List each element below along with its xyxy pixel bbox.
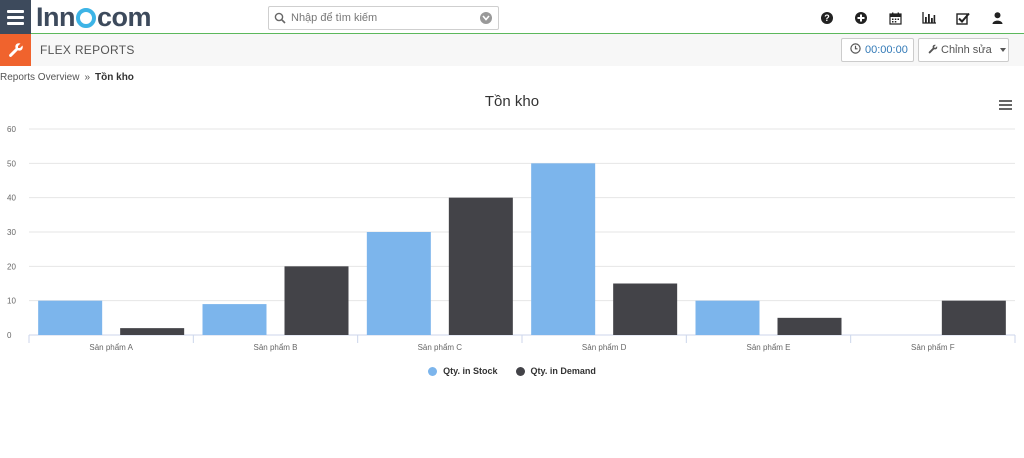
y-tick-label: 40	[7, 194, 16, 203]
bar-stock[interactable]	[531, 163, 596, 335]
bar-stock[interactable]	[202, 304, 267, 335]
menu-toggle-button[interactable]	[0, 0, 31, 34]
y-tick-label: 60	[7, 125, 16, 134]
legend-stock-label: Qty. in Stock	[443, 366, 498, 376]
x-tick-label: Sản phẩm C	[418, 343, 463, 352]
wrench-small-icon	[928, 44, 938, 57]
x-tick-label: Sản phẩm F	[911, 343, 955, 352]
checkbox-icon[interactable]	[946, 9, 980, 27]
timer-value: 00:00:00	[865, 44, 908, 56]
bar-chart-icon[interactable]	[912, 9, 946, 27]
calendar-icon[interactable]	[878, 9, 912, 27]
y-tick-label: 0	[7, 331, 12, 340]
breadcrumb: Reports Overview » Tồn kho	[0, 72, 134, 83]
legend-stock-marker	[428, 366, 438, 376]
x-tick-label: Sản phẩm B	[253, 343, 297, 352]
user-icon[interactable]	[980, 9, 1014, 27]
bar-demand[interactable]	[613, 283, 678, 336]
clock-icon	[850, 43, 861, 57]
plus-circle-icon[interactable]	[844, 9, 878, 27]
search-dropdown-icon[interactable]	[480, 12, 492, 24]
bar-chart: 0 10 20 30 40 50 60 Sản phẩm A Sản phẩm B Sản phẩ…	[7, 125, 1016, 352]
module-header: FLEX REPORTS 00:00:00 Chỉnh sửa	[0, 34, 1024, 66]
bar-demand[interactable]	[120, 328, 185, 335]
search-icon	[269, 12, 291, 24]
chart-context-menu-icon[interactable]	[999, 100, 1012, 110]
breadcrumb-separator: »	[84, 72, 91, 83]
legend-item-stock[interactable]: Qty. in Stock	[428, 366, 498, 376]
edit-label: Chỉnh sửa	[941, 44, 992, 56]
chart-legend: Qty. in Stock Qty. in Demand	[0, 366, 1024, 376]
svg-text:?: ?	[824, 13, 830, 23]
legend-demand-label: Qty. in Demand	[530, 366, 596, 376]
logo-ring-icon	[76, 8, 96, 28]
bar-stock[interactable]	[366, 232, 431, 335]
y-tick-label: 50	[7, 159, 16, 168]
chevron-down-icon	[999, 48, 1006, 52]
bar-demand[interactable]	[777, 317, 842, 335]
chart-title: Tồn kho	[484, 93, 540, 110]
wrench-icon	[0, 34, 31, 66]
bar-stock[interactable]	[695, 300, 760, 335]
top-icon-bar: ?	[810, 9, 1014, 27]
bar-stock[interactable]	[38, 300, 103, 335]
x-tick-label: Sản phẩm E	[746, 343, 790, 352]
help-icon[interactable]: ?	[810, 9, 844, 27]
search-input[interactable]	[291, 12, 471, 24]
app-logo[interactable]: Inn com	[36, 2, 152, 32]
y-tick-label: 30	[7, 228, 16, 237]
y-tick-label: 20	[7, 262, 16, 271]
timer-button[interactable]: 00:00:00	[841, 38, 914, 62]
y-tick-label: 10	[7, 297, 16, 306]
top-navbar: Inncom ?	[0, 0, 1024, 34]
legend-item-demand[interactable]: Qty. in Demand	[515, 366, 596, 376]
bar-demand[interactable]	[941, 300, 1006, 335]
search-box	[268, 6, 499, 30]
bar-demand[interactable]	[448, 197, 513, 335]
x-tick-label: Sản phẩm A	[89, 343, 133, 352]
bar-demand[interactable]	[284, 266, 349, 335]
breadcrumb-reports-overview[interactable]: Reports Overview	[0, 72, 79, 83]
breadcrumb-current: Tồn kho	[95, 72, 134, 83]
page-title: FLEX REPORTS	[40, 43, 135, 57]
edit-dropdown-button[interactable]: Chỉnh sửa	[918, 38, 1009, 62]
legend-demand-marker	[515, 366, 525, 376]
x-tick-label: Sản phẩm D	[582, 343, 627, 352]
